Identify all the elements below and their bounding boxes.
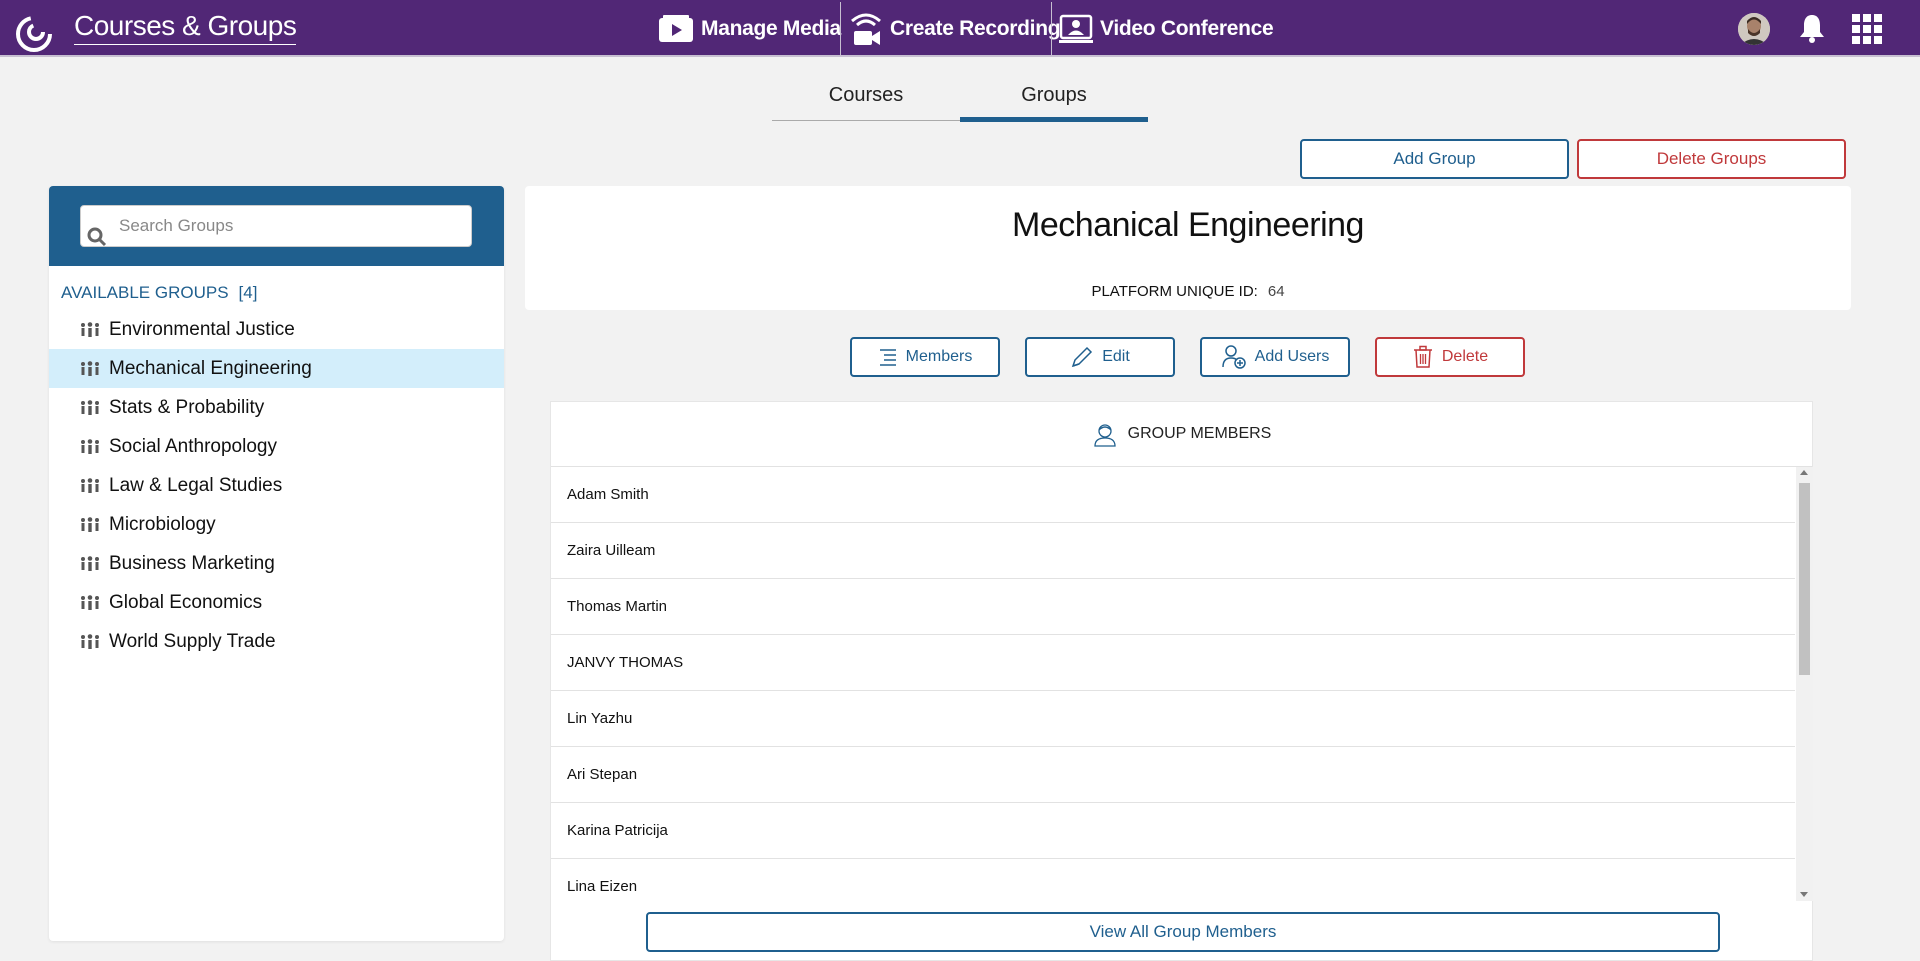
platform-uid-label: PLATFORM UNIQUE ID:	[1091, 283, 1258, 300]
group-people-icon	[81, 360, 99, 376]
available-groups-label: AVAILABLE GROUPS	[61, 283, 229, 302]
delete-group-button-label: Delete	[1441, 348, 1489, 365]
member-row[interactable]: Karina Patricija	[551, 803, 1795, 859]
group-item-selected[interactable]: Mechanical Engineering	[49, 349, 504, 388]
group-item[interactable]: Global Economics	[49, 583, 504, 622]
nav-create-recording[interactable]: Create Recording	[848, 8, 1061, 50]
member-row[interactable]: Zaira Uilleam	[551, 523, 1795, 579]
available-groups-count: [4]	[238, 283, 258, 302]
tab-courses[interactable]: Courses	[772, 80, 960, 120]
search-icon	[87, 227, 107, 247]
video-conference-icon	[1059, 14, 1093, 43]
group-item-label: World Supply Trade	[109, 630, 276, 652]
pencil-icon	[1072, 346, 1093, 368]
main-tabs: Courses Groups	[772, 80, 1148, 122]
top-bar: Courses & Groups Manage Media Create Rec…	[0, 0, 1920, 57]
nav-video-conference[interactable]: Video Conference	[1058, 8, 1274, 50]
app-title[interactable]: Courses & Groups	[74, 10, 297, 45]
delete-group-button[interactable]: Delete	[1375, 337, 1525, 377]
trash-icon	[1413, 345, 1432, 368]
group-people-icon	[81, 321, 99, 337]
view-all-members-button[interactable]: View All Group Members	[646, 912, 1720, 952]
group-people-icon	[81, 594, 99, 610]
search-groups-input[interactable]	[81, 206, 471, 246]
nav-video-conference-label: Video Conference	[1100, 17, 1274, 40]
group-item-label: Business Marketing	[109, 552, 275, 574]
member-row[interactable]: Lina Eizen	[551, 859, 1795, 901]
add-users-button-label: Add Users	[1254, 348, 1330, 365]
tab-groups[interactable]: Groups	[960, 80, 1148, 122]
group-item[interactable]: Law & Legal Studies	[49, 466, 504, 505]
app-logo-icon[interactable]	[12, 12, 56, 56]
user-avatar-icon	[1738, 13, 1770, 45]
add-group-button[interactable]: Add Group	[1300, 139, 1569, 179]
scroll-up-arrow-icon[interactable]	[1800, 470, 1808, 475]
nav-divider	[840, 2, 841, 57]
member-row[interactable]: JANVY THOMAS	[551, 635, 1795, 691]
group-item-label: Microbiology	[109, 513, 216, 535]
group-item[interactable]: Social Anthropology	[49, 427, 504, 466]
member-row[interactable]: Ari Stepan	[551, 747, 1795, 803]
group-detail-card: Mechanical Engineering PLATFORM UNIQUE I…	[525, 186, 1851, 310]
member-icon	[1093, 424, 1116, 447]
members-button[interactable]: Members	[850, 337, 1000, 377]
edit-button-label: Edit	[1102, 348, 1130, 365]
edit-button[interactable]: Edit	[1025, 337, 1175, 377]
group-people-icon	[81, 438, 99, 454]
delete-groups-button[interactable]: Delete Groups	[1577, 139, 1846, 179]
members-button-label: Members	[905, 348, 973, 365]
group-item-label: Mechanical Engineering	[109, 357, 312, 379]
recording-icon	[851, 13, 881, 45]
nav-create-recording-label: Create Recording	[890, 17, 1061, 40]
group-item[interactable]: Business Marketing	[49, 544, 504, 583]
apps-grid-icon[interactable]	[1852, 14, 1882, 44]
group-members-panel: GROUP MEMBERS Adam Smith Zaira Uilleam T…	[550, 401, 1813, 961]
group-item[interactable]: Environmental Justice	[49, 310, 504, 349]
group-title: Mechanical Engineering	[1012, 206, 1364, 244]
search-box[interactable]	[80, 205, 472, 247]
platform-uid: PLATFORM UNIQUE ID: 64	[525, 283, 1851, 300]
group-people-icon	[81, 477, 99, 493]
group-item-label: Global Economics	[109, 591, 263, 613]
sidebar-search-header	[49, 186, 504, 266]
group-item-label: Stats & Probability	[109, 396, 265, 418]
member-row[interactable]: Adam Smith	[551, 467, 1795, 523]
member-list: Adam Smith Zaira Uilleam Thomas Martin J…	[551, 467, 1795, 901]
scroll-down-arrow-icon[interactable]	[1800, 892, 1808, 897]
user-avatar[interactable]	[1738, 13, 1770, 45]
notifications-bell-icon[interactable]	[1797, 12, 1827, 44]
platform-uid-value: 64	[1267, 283, 1285, 300]
available-groups-heading: AVAILABLE GROUPS [4]	[61, 283, 257, 303]
nav-manage-media-label: Manage Media	[701, 17, 841, 40]
group-item-label: Environmental Justice	[109, 318, 295, 340]
member-list-scrollbar[interactable]	[1796, 467, 1813, 901]
group-item-label: Social Anthropology	[109, 435, 277, 457]
media-icon	[659, 15, 693, 42]
add-user-icon	[1221, 345, 1246, 369]
scroll-thumb[interactable]	[1799, 483, 1810, 675]
groups-sidebar: AVAILABLE GROUPS [4] Environmental Justic…	[49, 186, 504, 941]
group-list: Environmental Justice Mechanical Enginee…	[49, 310, 504, 661]
group-item[interactable]: Microbiology	[49, 505, 504, 544]
member-row[interactable]: Thomas Martin	[551, 579, 1795, 635]
group-members-header: GROUP MEMBERS	[551, 402, 1812, 467]
nav-divider	[1051, 2, 1052, 57]
group-people-icon	[81, 516, 99, 532]
group-item-label: Law & Legal Studies	[109, 474, 283, 496]
group-item[interactable]: World Supply Trade	[49, 622, 504, 661]
group-people-icon	[81, 633, 99, 649]
add-users-button[interactable]: Add Users	[1200, 337, 1350, 377]
group-item[interactable]: Stats & Probability	[49, 388, 504, 427]
group-people-icon	[81, 555, 99, 571]
nav-manage-media[interactable]: Manage Media	[657, 8, 841, 50]
member-row[interactable]: Lin Yazhu	[551, 691, 1795, 747]
list-icon	[879, 349, 896, 366]
group-people-icon	[81, 399, 99, 415]
group-members-title: GROUP MEMBERS	[1127, 425, 1272, 442]
